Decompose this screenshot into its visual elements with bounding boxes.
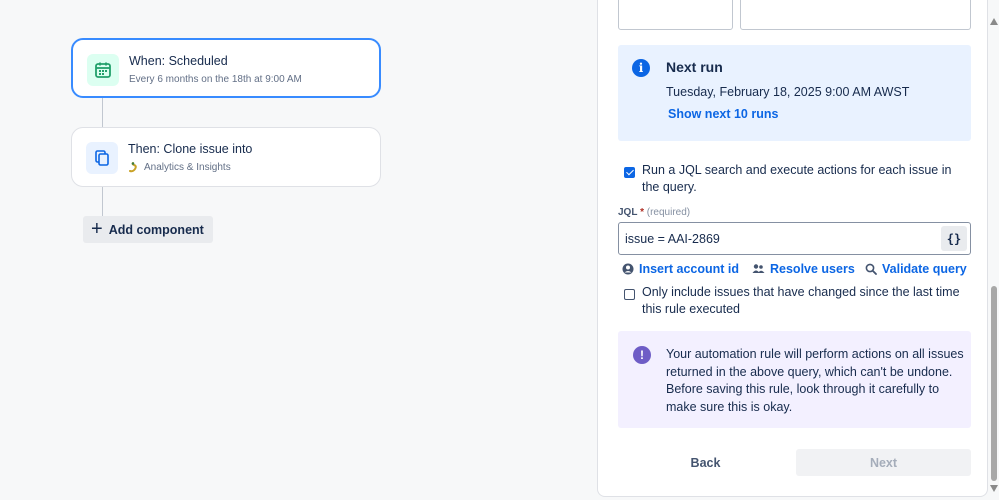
changed-issues-checkbox-label: Only include issues that have changed si… <box>642 285 960 316</box>
action-subtitle-row: Analytics & Insights <box>128 162 231 173</box>
schedule-field-stub[interactable] <box>618 0 733 30</box>
trigger-subtitle: Every 6 months on the 18th at 9:00 AM <box>129 74 302 85</box>
validate-query-link[interactable]: Validate query <box>865 262 967 276</box>
scrollbar-thumb[interactable] <box>991 286 997 481</box>
add-component-label: Add component <box>108 222 204 237</box>
trigger-node[interactable]: When: Scheduled Every 6 months on the 18… <box>71 38 381 98</box>
next-run-date: Tuesday, February 18, 2025 9:00 AM AWST <box>666 85 910 99</box>
calendar-icon <box>87 54 119 86</box>
next-run-title: Next run <box>666 59 723 75</box>
next-button[interactable]: Next <box>796 449 971 476</box>
insert-account-id-label: Insert account id <box>639 262 740 276</box>
changed-issues-checkbox[interactable] <box>624 289 635 300</box>
search-icon <box>865 263 877 275</box>
required-mark: * <box>640 207 644 218</box>
resolve-users-link[interactable]: Resolve users <box>752 262 855 276</box>
jql-search-checkbox[interactable] <box>624 167 635 178</box>
jql-label-text: JQL <box>618 207 638 218</box>
trigger-title: When: Scheduled <box>129 54 228 68</box>
jql-input[interactable]: issue = AAI-2869 {} <box>618 222 971 255</box>
info-icon: i <box>632 59 650 77</box>
jql-search-checkbox-label: Run a JQL search and execute actions for… <box>642 163 952 194</box>
people-icon <box>752 263 765 275</box>
jql-syntax-button[interactable]: {} <box>941 226 967 251</box>
required-text: (required) <box>646 207 691 218</box>
panel-scrollbar[interactable] <box>989 18 999 492</box>
scroll-up-arrow-icon[interactable] <box>990 18 998 25</box>
scroll-down-arrow-icon[interactable] <box>990 485 998 492</box>
insert-account-id-link[interactable]: Insert account id <box>622 262 739 276</box>
action-node[interactable]: Then: Clone issue into Analytics & Insig… <box>71 127 381 187</box>
action-subtitle: Analytics & Insights <box>144 162 231 173</box>
rule-canvas: When: Scheduled Every 6 months on the 18… <box>0 0 597 500</box>
show-next-runs-link[interactable]: Show next 10 runs <box>668 107 778 121</box>
exclamation-icon: ! <box>633 346 651 364</box>
flow-connector <box>102 187 103 217</box>
snake-project-icon <box>128 162 139 173</box>
add-component-button[interactable]: + Add component <box>83 216 213 243</box>
copy-icon <box>86 142 118 174</box>
plus-icon: + <box>91 217 103 240</box>
validate-query-label: Validate query <box>882 262 967 276</box>
flow-connector <box>102 98 103 128</box>
warning-text: Your automation rule will perform action… <box>666 347 964 414</box>
config-panel: i Next run Tuesday, February 18, 2025 9:… <box>597 0 988 497</box>
action-title: Then: Clone issue into <box>128 142 253 156</box>
discovery-warning: ! Your automation rule will perform acti… <box>618 331 971 428</box>
jql-field-label: JQL * (required) <box>618 207 690 218</box>
schedule-field-stub[interactable] <box>740 0 971 30</box>
next-run-info: i Next run Tuesday, February 18, 2025 9:… <box>618 45 971 141</box>
jql-input-value: issue = AAI-2869 <box>625 232 720 246</box>
back-button[interactable]: Back <box>658 449 753 476</box>
resolve-users-label: Resolve users <box>770 262 855 276</box>
user-circle-icon <box>622 263 634 275</box>
